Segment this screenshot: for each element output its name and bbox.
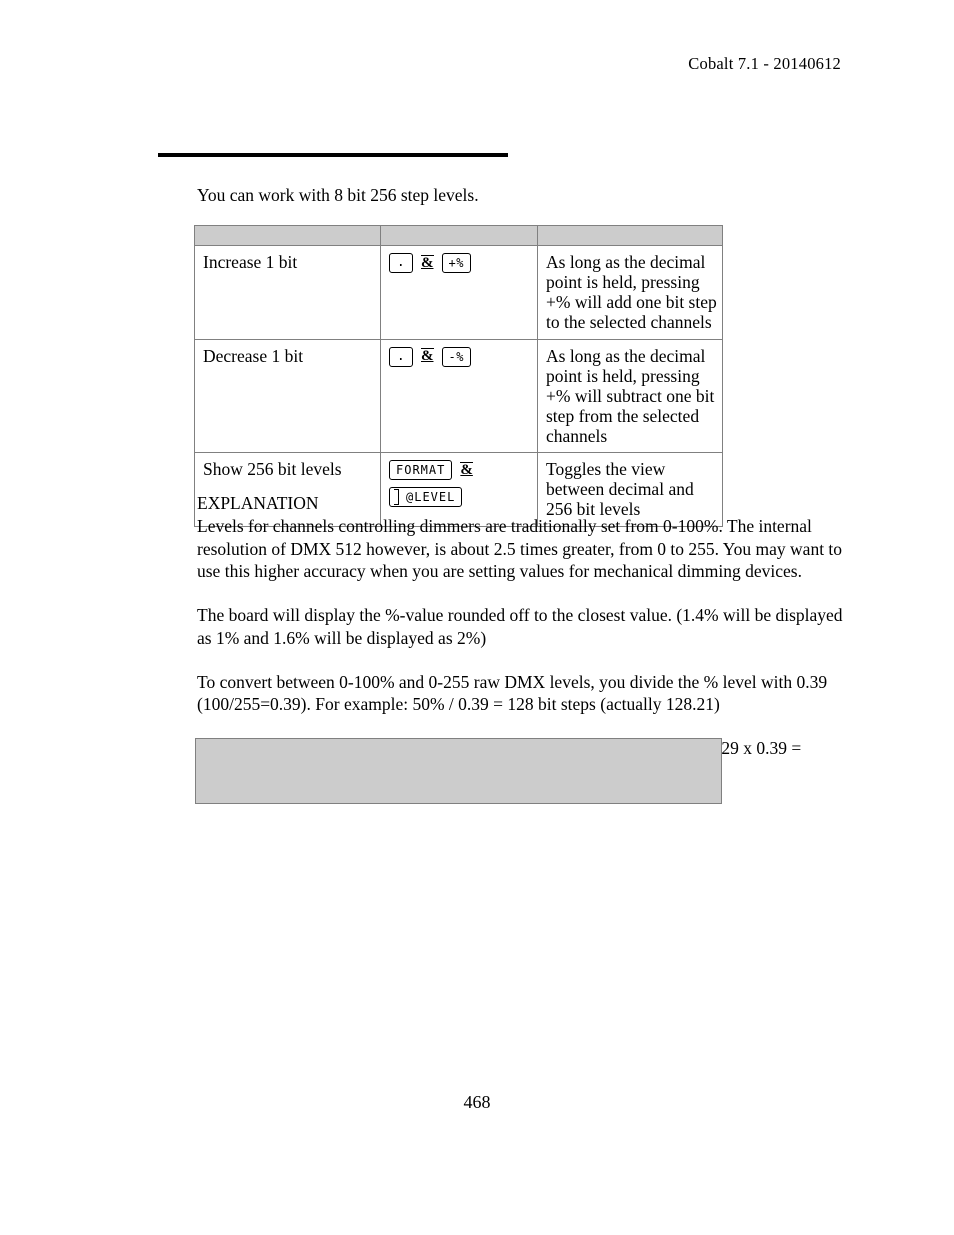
ampersand-separator: & bbox=[421, 348, 434, 365]
table-row: Increase 1 bit . & +% As long as the decim… bbox=[194, 245, 723, 340]
note-box bbox=[195, 738, 722, 804]
ampersand-separator: & bbox=[421, 254, 434, 271]
key-combo-line: FORMAT & bbox=[389, 460, 530, 481]
section-rule bbox=[158, 153, 508, 157]
explanation-paragraph: To convert between 0-100% and 0-255 raw … bbox=[197, 671, 828, 715]
table-row: Decrease 1 bit . & -% As long as the decim… bbox=[194, 338, 723, 454]
row-action-label: Decrease 1 bit bbox=[194, 338, 381, 454]
explanation-paragraph: The board will display the %-value round… bbox=[197, 605, 843, 648]
row-key-combo: . & -% bbox=[380, 338, 538, 454]
row-description: As long as the decimal point is held, pr… bbox=[537, 338, 723, 454]
keycap-dot[interactable]: . bbox=[389, 253, 413, 273]
explanation-paragraph: Levels for channels controlling dimmers … bbox=[197, 515, 843, 582]
explanation-title: EXPLANATION bbox=[197, 493, 319, 513]
keycap-format[interactable]: FORMAT bbox=[389, 460, 453, 481]
keycap-minus-percent[interactable]: -% bbox=[441, 346, 471, 367]
document-version-header: Cobalt 7.1 - 20140612 bbox=[688, 54, 841, 73]
table-header-cell-description bbox=[537, 225, 723, 246]
keycap-plus-percent[interactable]: +% bbox=[441, 253, 471, 273]
table-header-cell-keys bbox=[380, 225, 538, 246]
keycap-dot[interactable]: . bbox=[389, 346, 413, 367]
row-key-combo: . & +% bbox=[380, 245, 538, 340]
ampersand-separator: & bbox=[460, 462, 473, 479]
intro-text: You can work with 8 bit 256 step levels. bbox=[197, 185, 479, 205]
table-header-cell-action bbox=[194, 225, 381, 246]
table-header-row bbox=[194, 225, 723, 246]
row-action-label: Increase 1 bit bbox=[194, 245, 381, 340]
page-number: 468 bbox=[463, 1092, 491, 1112]
key-reference-table: Increase 1 bit . & +% As long as the decim… bbox=[194, 225, 723, 528]
row-description: As long as the decimal point is held, pr… bbox=[537, 245, 723, 340]
key-combo-line: . & +% bbox=[389, 253, 530, 273]
key-combo-line: . & -% bbox=[389, 346, 530, 367]
